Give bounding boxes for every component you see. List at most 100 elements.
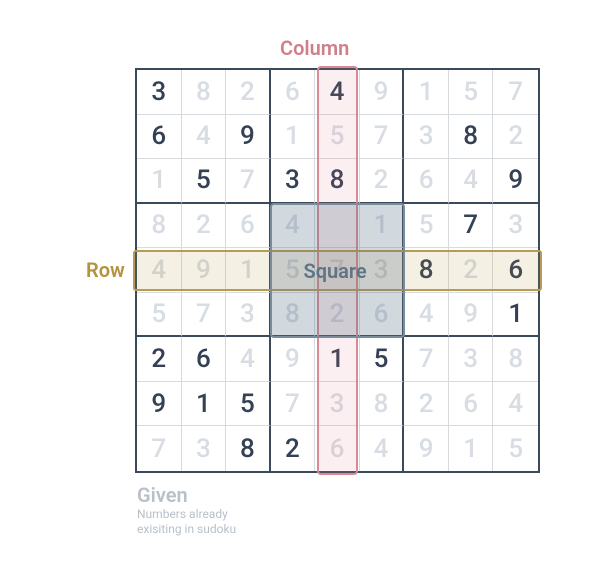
cell-r7-c6: 2 <box>404 382 449 427</box>
cell-r6-c4: 1 <box>315 337 360 382</box>
candidate-number: 4 <box>374 434 389 464</box>
candidate-number: 9 <box>419 434 434 464</box>
given-number: 5 <box>196 165 211 195</box>
candidate-number: 5 <box>463 77 478 107</box>
cell-r7-c4: 3 <box>315 382 360 427</box>
given-number: 2 <box>285 434 300 464</box>
candidate-number: 3 <box>508 210 523 240</box>
cell-r6-c6: 7 <box>404 337 449 382</box>
candidate-number: 5 <box>330 121 345 151</box>
cell-r8-c6: 9 <box>404 426 449 471</box>
cell-r1-c5: 7 <box>360 115 405 160</box>
cell-r8-c0: 7 <box>137 426 182 471</box>
cell-r5-c5: 6 <box>360 293 405 338</box>
given-number: 5 <box>374 344 389 374</box>
cell-r2-c1: 5 <box>182 159 227 204</box>
cell-r7-c7: 6 <box>449 382 494 427</box>
candidate-number: 2 <box>463 255 478 285</box>
given-number: 9 <box>151 389 166 419</box>
cell-r6-c1: 6 <box>182 337 227 382</box>
candidate-number: 9 <box>374 77 389 107</box>
cell-r5-c4: 2 <box>315 293 360 338</box>
cell-r5-c1: 7 <box>182 293 227 338</box>
cell-r8-c5: 4 <box>360 426 405 471</box>
candidate-number: 6 <box>240 210 255 240</box>
candidate-number: 1 <box>285 121 300 151</box>
cell-r1-c7: 8 <box>449 115 494 160</box>
cell-r2-c2: 7 <box>226 159 271 204</box>
cell-r0-c0: 3 <box>137 70 182 115</box>
cell-r5-c6: 4 <box>404 293 449 338</box>
candidate-number: 6 <box>330 434 345 464</box>
candidate-number: 1 <box>240 255 255 285</box>
given-number: 6 <box>196 344 211 374</box>
cell-r4-c6: 8 <box>404 248 449 293</box>
cell-r7-c8: 4 <box>493 382 538 427</box>
cell-r1-c4: 5 <box>315 115 360 160</box>
candidate-number: 3 <box>240 299 255 329</box>
candidate-number: 4 <box>508 389 523 419</box>
cell-r1-c0: 6 <box>137 115 182 160</box>
candidate-number: 7 <box>419 344 434 374</box>
given-number: 7 <box>463 210 478 240</box>
label-square: Square <box>304 259 367 283</box>
candidate-number: 9 <box>463 299 478 329</box>
cell-r6-c2: 4 <box>226 337 271 382</box>
cell-r6-c3: 9 <box>271 337 316 382</box>
given-number: 8 <box>463 121 478 151</box>
candidate-number: 8 <box>285 299 300 329</box>
given-number: 9 <box>508 165 523 195</box>
candidate-number: 1 <box>463 434 478 464</box>
candidate-number: 7 <box>285 389 300 419</box>
candidate-number: 9 <box>196 255 211 285</box>
cell-r8-c8: 5 <box>493 426 538 471</box>
given-number: 3 <box>151 77 166 107</box>
cell-r4-c7: 2 <box>449 248 494 293</box>
cell-r5-c0: 5 <box>137 293 182 338</box>
cell-r0-c2: 2 <box>226 70 271 115</box>
given-number: 1 <box>508 299 523 329</box>
cell-r8-c3: 2 <box>271 426 316 471</box>
cell-r5-c8: 1 <box>493 293 538 338</box>
given-number: 8 <box>330 165 345 195</box>
cell-r7-c0: 9 <box>137 382 182 427</box>
cell-r0-c6: 1 <box>404 70 449 115</box>
cell-r8-c7: 1 <box>449 426 494 471</box>
candidate-number: 7 <box>240 165 255 195</box>
cell-r2-c5: 2 <box>360 159 405 204</box>
candidate-number: 4 <box>419 299 434 329</box>
cell-r0-c4: 4 <box>315 70 360 115</box>
candidate-number: 1 <box>419 77 434 107</box>
cell-r3-c2: 6 <box>226 204 271 249</box>
cell-r0-c5: 9 <box>360 70 405 115</box>
candidate-number: 7 <box>374 121 389 151</box>
candidate-number: 4 <box>285 210 300 240</box>
cell-r7-c2: 5 <box>226 382 271 427</box>
candidate-number: 2 <box>374 165 389 195</box>
cell-r8-c2: 8 <box>226 426 271 471</box>
candidate-number: 1 <box>374 210 389 240</box>
cell-r8-c4: 6 <box>315 426 360 471</box>
cell-r0-c8: 7 <box>493 70 538 115</box>
candidate-number: 7 <box>151 434 166 464</box>
given-number: 3 <box>285 165 300 195</box>
candidate-number: 7 <box>508 77 523 107</box>
cell-r3-c7: 7 <box>449 204 494 249</box>
candidate-number: 4 <box>463 165 478 195</box>
candidate-number: 3 <box>463 344 478 374</box>
candidate-number: 3 <box>374 255 389 285</box>
cell-r6-c5: 5 <box>360 337 405 382</box>
candidate-number: 6 <box>374 299 389 329</box>
cell-r0-c3: 6 <box>271 70 316 115</box>
cell-r3-c1: 2 <box>182 204 227 249</box>
cell-r6-c0: 2 <box>137 337 182 382</box>
candidate-number: 2 <box>508 121 523 151</box>
cell-r8-c1: 3 <box>182 426 227 471</box>
candidate-number: 8 <box>151 210 166 240</box>
label-column: Column <box>280 36 349 60</box>
candidate-number: 4 <box>196 121 211 151</box>
cell-r4-c2: 1 <box>226 248 271 293</box>
candidate-number: 7 <box>196 299 211 329</box>
label-given-subtitle: Numbers already exisiting in sudoku <box>137 507 236 537</box>
cell-r1-c2: 9 <box>226 115 271 160</box>
